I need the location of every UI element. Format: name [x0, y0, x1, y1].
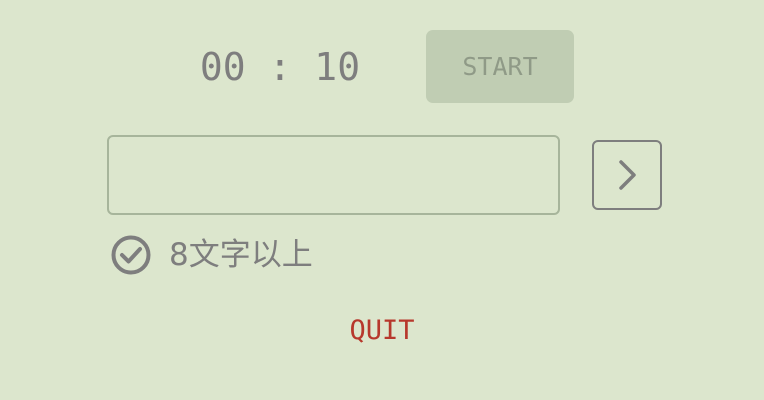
start-button[interactable]: START	[426, 30, 574, 103]
rule-item: 8文字以上	[109, 233, 313, 277]
password-input[interactable]	[107, 135, 560, 215]
timer-display: 00 : 10	[199, 45, 361, 89]
chevron-right-icon	[619, 160, 636, 190]
rule-label: 8文字以上	[169, 237, 313, 273]
check-circle-icon	[111, 235, 151, 275]
submit-button[interactable]	[592, 140, 662, 210]
quit-button[interactable]: QUIT	[332, 308, 432, 354]
